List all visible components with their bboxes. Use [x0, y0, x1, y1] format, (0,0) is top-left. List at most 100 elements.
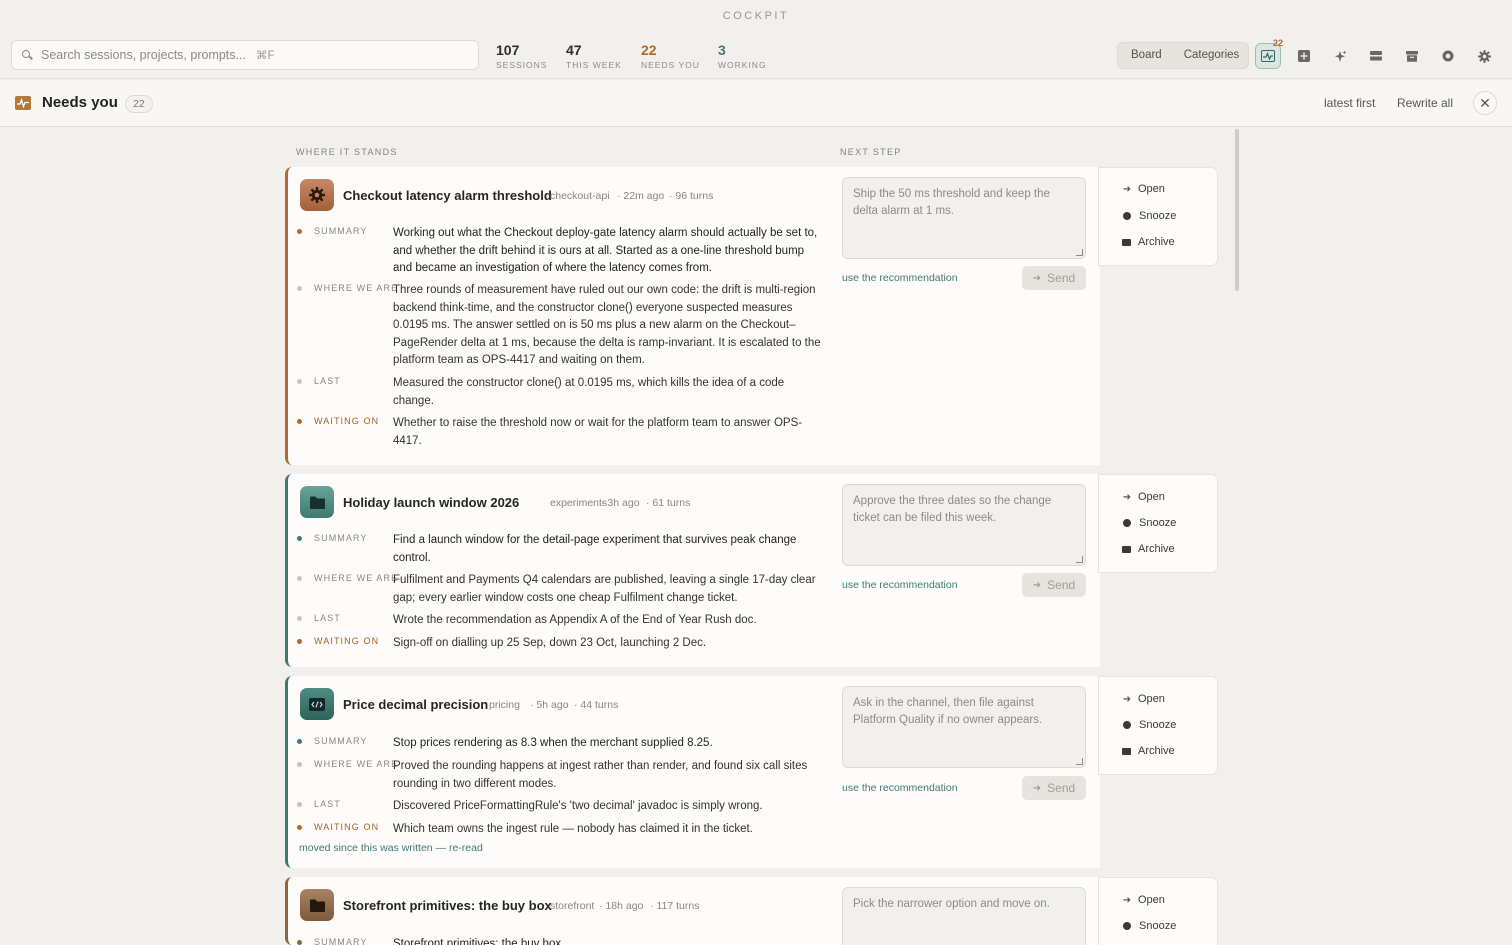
open-label: Open [1138, 894, 1165, 906]
archive-button[interactable]: Archive [1121, 236, 1175, 248]
card-age: · 5h ago [530, 699, 569, 711]
card-turns: · 117 turns [650, 900, 700, 912]
last-text: Measured the constructor clone() at 0.01… [393, 377, 785, 407]
row-label: SUMMARY [314, 736, 368, 746]
card-next-column: Pick the narrower option and move on. [829, 877, 1100, 945]
search-shortcut: ⌘F [255, 50, 275, 62]
send-label: Send [1047, 271, 1076, 285]
activity-icon [15, 96, 31, 110]
archive-button[interactable]: Archive [1121, 543, 1175, 555]
resize-handle-icon[interactable] [1076, 249, 1083, 256]
plus-square-icon [1298, 50, 1310, 62]
card-actions: ➜ Open Snooze Archive [1098, 474, 1218, 573]
open-button[interactable]: ➜ Open [1121, 894, 1165, 906]
card-title[interactable]: Storefront primitives: the buy box [343, 898, 552, 913]
timeline-dot [297, 419, 302, 424]
archive-view-button[interactable] [1399, 43, 1425, 69]
open-label: Open [1138, 693, 1165, 705]
resize-handle-icon[interactable] [1076, 556, 1083, 563]
use-recommendation-link[interactable]: use the recommendation [842, 782, 958, 794]
next-step-input[interactable]: Approve the three dates so the change ti… [842, 484, 1086, 566]
archive-button[interactable]: Archive [1121, 745, 1175, 757]
project-avatar [300, 179, 334, 211]
code-icon [309, 697, 325, 711]
rewrite-all-button[interactable]: Rewrite all [1397, 96, 1453, 110]
use-recommendation-link[interactable]: use the recommendation [842, 579, 958, 591]
stat-value: 22 [641, 42, 657, 58]
clock-icon [1123, 212, 1131, 220]
search-placeholder: Search sessions, projects, prompts... [41, 48, 246, 62]
arrow-right-icon: ➜ [1122, 693, 1132, 705]
stat-sessions[interactable]: 107 SESSIONS [496, 42, 547, 70]
last-text: Discovered PriceFormattingRule's 'two de… [393, 800, 763, 812]
activity-icon [1261, 50, 1275, 62]
arrow-right-icon: ➜ [1122, 183, 1132, 195]
close-panel-button[interactable]: ✕ [1473, 91, 1497, 115]
card-next-column: Approve the three dates so the change ti… [829, 474, 1100, 667]
send-button[interactable]: ➜ Send [1022, 776, 1086, 800]
view-categories-button[interactable]: Categories [1173, 45, 1251, 66]
next-step-input[interactable]: Ask in the channel, then file against Pl… [842, 686, 1086, 768]
needs-you-toggle[interactable]: 22 [1255, 38, 1283, 69]
card-project: pricing [489, 699, 520, 711]
card-next-column: Ship the 50 ms threshold and keep the de… [829, 167, 1100, 465]
snooze-button[interactable]: Snooze [1121, 920, 1176, 932]
timeline-dot [297, 536, 302, 541]
summary-text: Working out what the Checkout deploy-gat… [393, 227, 818, 274]
gear-icon [1477, 49, 1491, 63]
new-session-button[interactable] [1291, 43, 1317, 69]
stat-working[interactable]: 3 WORKING [718, 42, 767, 70]
row-label: WHERE WE ARE [314, 283, 399, 293]
view-board-button[interactable]: Board [1120, 45, 1173, 66]
row-label: WHERE WE ARE [314, 759, 399, 769]
open-button[interactable]: ➜ Open [1121, 183, 1165, 195]
app-title: COCKPIT [722, 9, 790, 22]
next-step-input[interactable]: Pick the narrower option and move on. [842, 887, 1086, 945]
project-avatar [300, 688, 334, 720]
open-label: Open [1138, 183, 1165, 195]
use-recommendation-link[interactable]: use the recommendation [842, 272, 958, 284]
search-input[interactable]: Search sessions, projects, prompts... ⌘F [11, 40, 479, 70]
row-label: LAST [314, 613, 341, 623]
scrollbar[interactable] [1235, 129, 1239, 291]
snooze-button[interactable]: Snooze [1121, 210, 1176, 222]
summary-text: Storefront primitives: the buy box [393, 938, 562, 945]
snooze-button[interactable]: Snooze [1121, 517, 1176, 529]
clock-icon [1123, 519, 1131, 527]
list-view-button[interactable] [1363, 43, 1389, 69]
sort-toggle[interactable]: latest first [1324, 96, 1375, 110]
send-button[interactable]: ➜ Send [1022, 573, 1086, 597]
stat-this-week[interactable]: 47 THIS WEEK [566, 42, 622, 70]
resize-handle-icon[interactable] [1076, 758, 1083, 765]
folder-icon [309, 496, 325, 509]
sparkle-button[interactable] [1327, 43, 1353, 69]
card-project: experiments [550, 497, 608, 509]
archive-box-icon [1406, 50, 1418, 62]
gear-icon [309, 187, 325, 203]
stack-icon [1370, 51, 1382, 61]
open-button[interactable]: ➜ Open [1121, 491, 1165, 503]
open-button[interactable]: ➜ Open [1121, 693, 1165, 705]
stat-value: 107 [496, 42, 520, 58]
moved-reread-link[interactable]: moved since this was written — re-read [299, 842, 483, 854]
waiting-text: Whether to raise the threshold now or wa… [393, 417, 803, 447]
send-button[interactable]: ➜ Send [1022, 266, 1086, 290]
help-button[interactable] [1435, 43, 1461, 69]
stat-label: THIS WEEK [566, 60, 622, 70]
card-project: storefront [550, 900, 595, 912]
stat-value: 3 [718, 42, 726, 58]
timeline-dot [297, 576, 302, 581]
card-title[interactable]: Price decimal precision [343, 697, 488, 712]
open-label: Open [1138, 491, 1165, 503]
row-label: LAST [314, 376, 341, 386]
card-title[interactable]: Holiday launch window 2026 [343, 495, 519, 510]
row-label: LAST [314, 799, 341, 809]
row-label: SUMMARY [314, 533, 368, 543]
snooze-button[interactable]: Snooze [1121, 719, 1176, 731]
card-title[interactable]: Checkout latency alarm threshold [343, 188, 552, 203]
stat-needs-you[interactable]: 22 NEEDS YOU [641, 42, 700, 70]
settings-button[interactable] [1471, 43, 1497, 69]
next-step-input[interactable]: Ship the 50 ms threshold and keep the de… [842, 177, 1086, 259]
waiting-text: Sign-off on dialling up 25 Sep, down 23 … [393, 637, 707, 649]
top-bar: Search sessions, projects, prompts... ⌘F… [0, 31, 1512, 79]
